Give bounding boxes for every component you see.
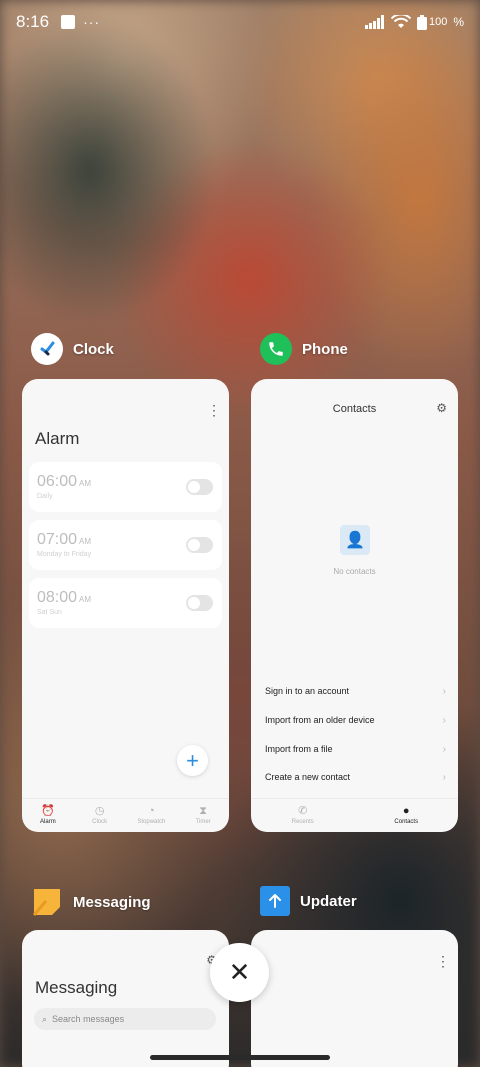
messaging-app-header[interactable]: Messaging: [31, 886, 151, 918]
battery-icon: [416, 14, 427, 30]
tab-label: Recents: [291, 819, 314, 825]
clock-recent-card[interactable]: ⋮ Alarm 06:00 AM Daily 07:00 AM Monday to …: [22, 379, 229, 832]
clear-all-button[interactable]: ✕: [210, 943, 269, 1002]
messaging-app-name: Messaging: [73, 893, 151, 911]
updater-recent-card[interactable]: ⋮: [251, 930, 458, 1067]
contacts-title: Contacts: [332, 403, 377, 415]
alarm-page-title: Alarm: [35, 429, 80, 448]
alarm-toggle[interactable]: [186, 595, 213, 611]
alarm-time-value: 06:00: [37, 473, 78, 490]
tab-label: Alarm: [40, 819, 56, 825]
alarm-row[interactable]: 07:00 AM Monday to Friday: [29, 520, 222, 570]
tab-stopwatch[interactable]: ◔ Stopwatch: [126, 799, 178, 832]
tab-timer[interactable]: ⧗ Timer: [177, 799, 229, 832]
battery-level: 100: [428, 16, 448, 28]
battery-unit: %: [453, 15, 464, 29]
tab-clock[interactable]: ◷ Clock: [74, 799, 126, 832]
alarm-time: 06:00 AM: [37, 473, 91, 491]
tab-alarm[interactable]: ⏰ Alarm: [22, 799, 74, 832]
alarm-toggle[interactable]: [186, 479, 213, 495]
add-alarm-button[interactable]: +: [177, 745, 208, 776]
wifi-icon: [390, 15, 411, 28]
create-contact-item[interactable]: Create a new contact ›: [265, 768, 446, 786]
alarm-repeat: Sat Sun: [37, 609, 62, 616]
more-notifications-icon: ···: [83, 14, 101, 30]
stopwatch-icon: ◔: [148, 805, 155, 817]
tab-label: Contacts: [394, 819, 419, 825]
messaging-recent-card[interactable]: ⚙ Messaging ⌕ Search messages: [22, 930, 229, 1067]
status-time: 8:16: [16, 12, 50, 31]
alarm-ampm: AM: [79, 537, 92, 546]
updater-app-name: Updater: [300, 892, 357, 910]
tab-label: Timer: [195, 819, 211, 825]
search-placeholder: Search messages: [52, 1014, 125, 1024]
no-contacts-text: No contacts: [333, 567, 376, 576]
messaging-app-icon[interactable]: [31, 886, 63, 918]
action-label: Create a new contact: [265, 772, 351, 782]
person-icon: ●: [402, 805, 410, 817]
clock-bottom-nav: ⏰ Alarm ◷ Clock ◔ Stopwatch ⧗ Timer: [22, 798, 229, 832]
phone-app-header[interactable]: Phone: [260, 333, 348, 365]
alarm-clock-icon: ⏰: [41, 805, 55, 817]
tab-label: Clock: [92, 819, 108, 825]
alarm-ampm: AM: [79, 595, 92, 604]
signal-icon: [364, 15, 384, 29]
contact-placeholder-icon: 👤: [340, 525, 370, 555]
alarm-time: 08:00 AM: [37, 589, 91, 607]
updater-app-header[interactable]: Updater: [260, 886, 357, 916]
hourglass-icon: ⧗: [199, 805, 207, 817]
more-options-icon: ⋮: [436, 953, 450, 969]
phone-icon: ✆: [298, 805, 308, 817]
clock-icon: ◷: [94, 805, 105, 817]
chevron-right-icon: ›: [442, 743, 446, 755]
action-label: Sign in to an account: [265, 686, 350, 696]
search-messages-input[interactable]: ⌕ Search messages: [34, 1008, 216, 1030]
tab-label: Stopwatch: [137, 819, 166, 825]
more-options-icon: ⋮: [207, 402, 221, 418]
search-icon: ⌕: [42, 1013, 48, 1024]
notification-square-icon: [61, 15, 76, 29]
tab-contacts[interactable]: ● Contacts: [355, 799, 459, 832]
alarm-row[interactable]: 08:00 AM Sat Sun: [29, 578, 222, 628]
alarm-time-value: 07:00: [37, 531, 78, 548]
action-label: Import from an older device: [265, 715, 375, 725]
status-bar: 8:16 ··· 100 %: [0, 0, 480, 44]
phone-app-name: Phone: [302, 340, 348, 358]
import-older-device-item[interactable]: Import from an older device ›: [265, 711, 446, 729]
home-indicator[interactable]: [150, 1055, 330, 1060]
chevron-right-icon: ›: [442, 685, 446, 697]
alarm-ampm: AM: [79, 479, 92, 488]
phone-app-icon[interactable]: [260, 333, 292, 365]
alarm-time: 07:00 AM: [37, 531, 91, 549]
import-file-item[interactable]: Import from a file ›: [265, 740, 446, 758]
phone-recent-card[interactable]: Contacts ⚙ 👤 No contacts Sign in to an a…: [251, 379, 458, 832]
tab-recents[interactable]: ✆ Recents: [251, 799, 355, 832]
messaging-page-title: Messaging: [35, 978, 118, 997]
settings-gear-icon: ⚙: [436, 401, 447, 415]
alarm-row[interactable]: 06:00 AM Daily: [29, 462, 222, 512]
action-label: Import from a file: [265, 744, 333, 754]
updater-app-icon[interactable]: [260, 886, 290, 916]
chevron-right-icon: ›: [442, 771, 446, 783]
alarm-toggle[interactable]: [186, 537, 213, 553]
alarm-time-value: 08:00: [37, 589, 78, 606]
clock-app-icon[interactable]: [31, 333, 63, 365]
clock-app-header[interactable]: Clock: [31, 333, 114, 365]
alarm-repeat: Daily: [37, 493, 53, 500]
phone-bottom-nav: ✆ Recents ● Contacts: [251, 798, 458, 832]
clock-app-name: Clock: [73, 340, 114, 358]
chevron-right-icon: ›: [442, 714, 446, 726]
alarm-repeat: Monday to Friday: [37, 551, 92, 558]
sign-in-account-item[interactable]: Sign in to an account ›: [265, 682, 446, 700]
